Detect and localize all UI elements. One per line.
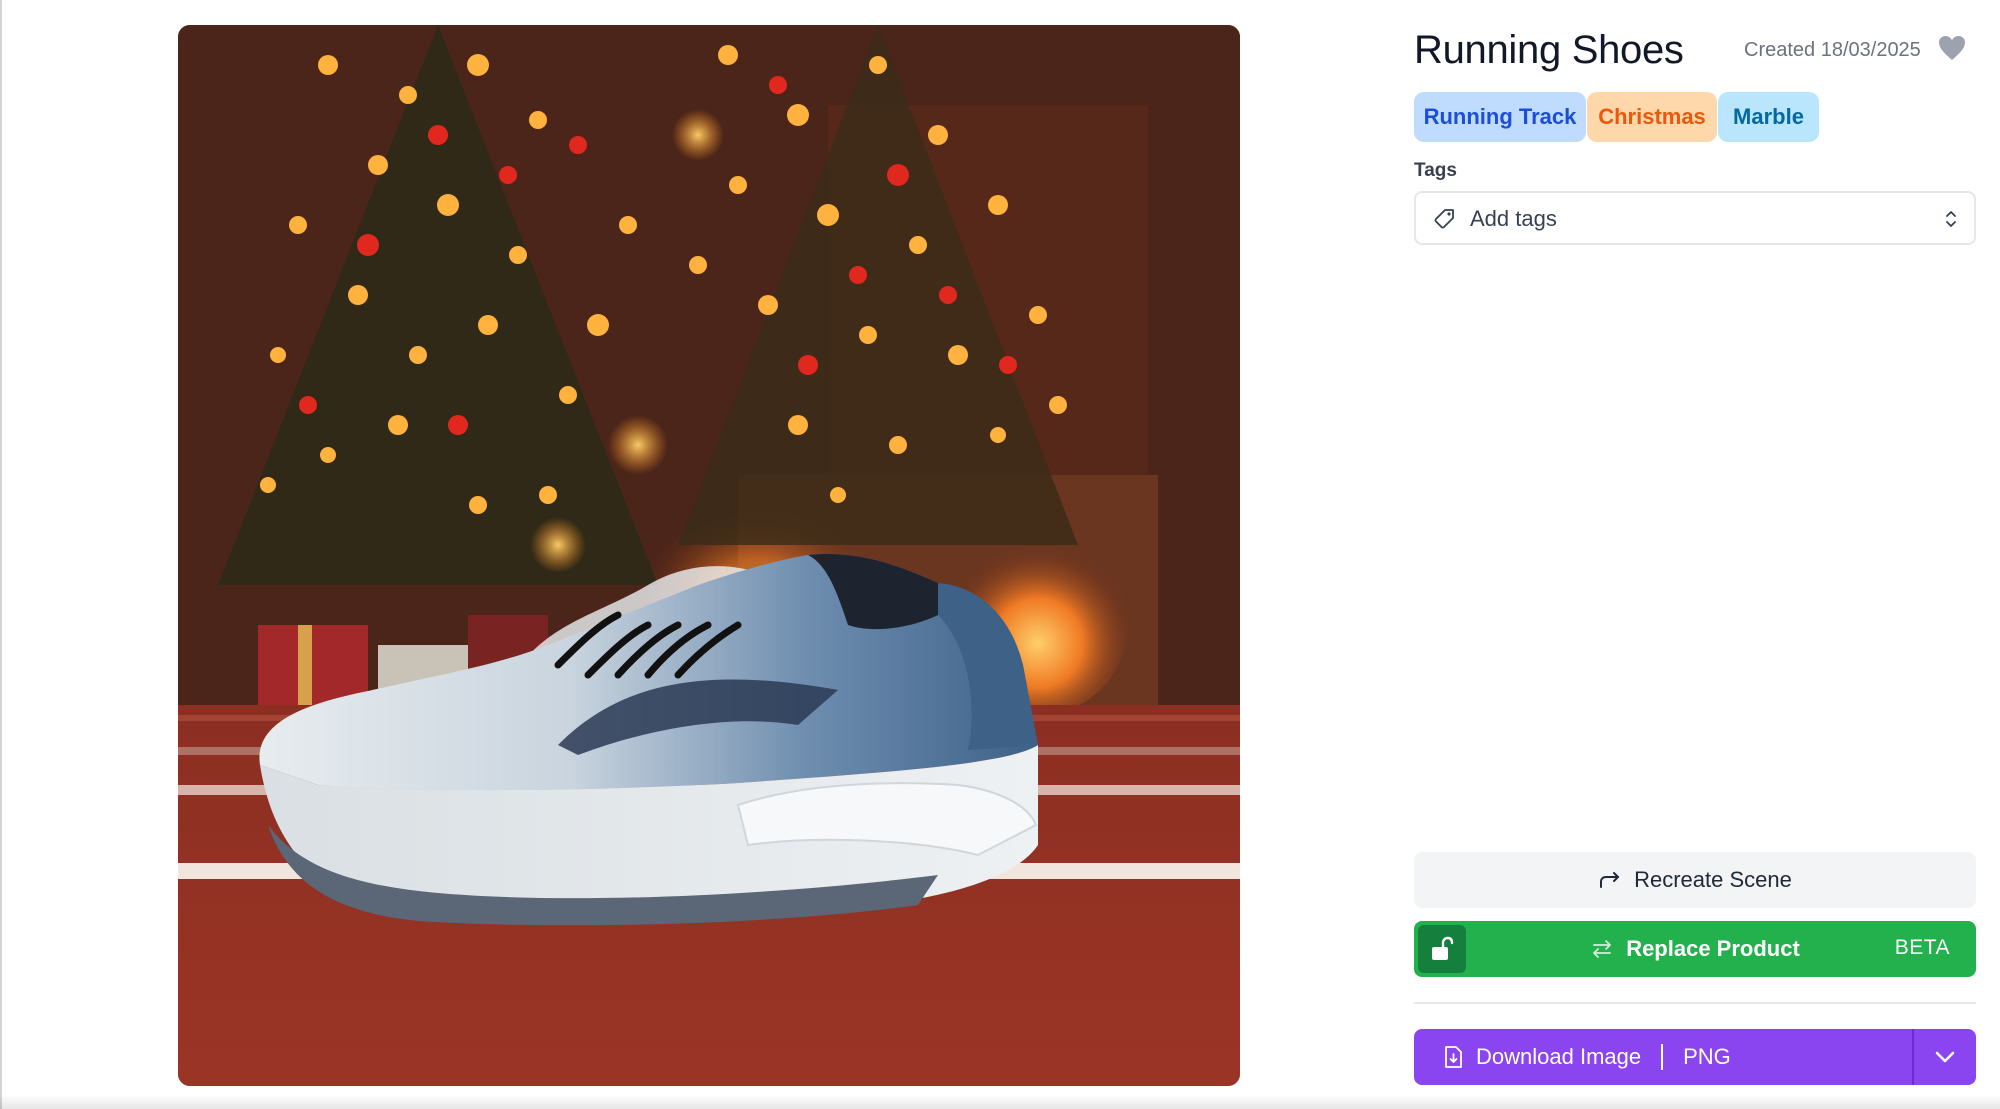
tags-placeholder: Add tags <box>1470 206 1557 231</box>
style-chip-running-track[interactable]: Running Track <box>1414 92 1586 142</box>
chevron-up-down-icon <box>1946 211 1956 227</box>
chevron-down-icon <box>1935 1051 1955 1063</box>
swap-arrows-icon <box>1593 940 1612 958</box>
replace-product-label: Replace Product <box>1626 936 1800 961</box>
page-title: Running Shoes <box>1414 28 1684 72</box>
download-format: PNG <box>1683 1044 1731 1069</box>
replace-product-button[interactable]: Replace Product BETA <box>1414 921 1976 977</box>
heart-icon[interactable] <box>1938 35 1966 61</box>
style-chip-christmas[interactable]: Christmas <box>1587 92 1717 142</box>
format-separator <box>1661 1044 1664 1070</box>
tag-icon <box>1434 209 1454 229</box>
created-date: Created 18/03/2025 <box>1744 39 1921 61</box>
window-bottom-shadow <box>0 1095 2000 1109</box>
tags-select[interactable]: Add tags <box>1414 191 1976 245</box>
tags-label: Tags <box>1414 160 1457 181</box>
beta-badge: BETA <box>1894 936 1950 959</box>
download-options-dropdown[interactable] <box>1912 1029 1976 1085</box>
file-download-icon <box>1445 1046 1462 1068</box>
section-divider <box>1414 1002 1976 1004</box>
download-image-button[interactable]: Download Image PNG <box>1414 1029 1912 1085</box>
download-image-label: Download Image <box>1476 1044 1642 1069</box>
generated-product-image[interactable] <box>178 25 1240 1086</box>
download-button-group: Download Image PNG <box>1414 1029 1976 1085</box>
recreate-scene-label: Recreate Scene <box>1634 867 1792 892</box>
style-chip-marble[interactable]: Marble <box>1718 92 1819 142</box>
redo-arrow-icon <box>1600 872 1620 888</box>
scene-illustration <box>178 25 1240 1086</box>
window-edge <box>0 0 2 1109</box>
recreate-scene-button[interactable]: Recreate Scene <box>1414 852 1976 908</box>
